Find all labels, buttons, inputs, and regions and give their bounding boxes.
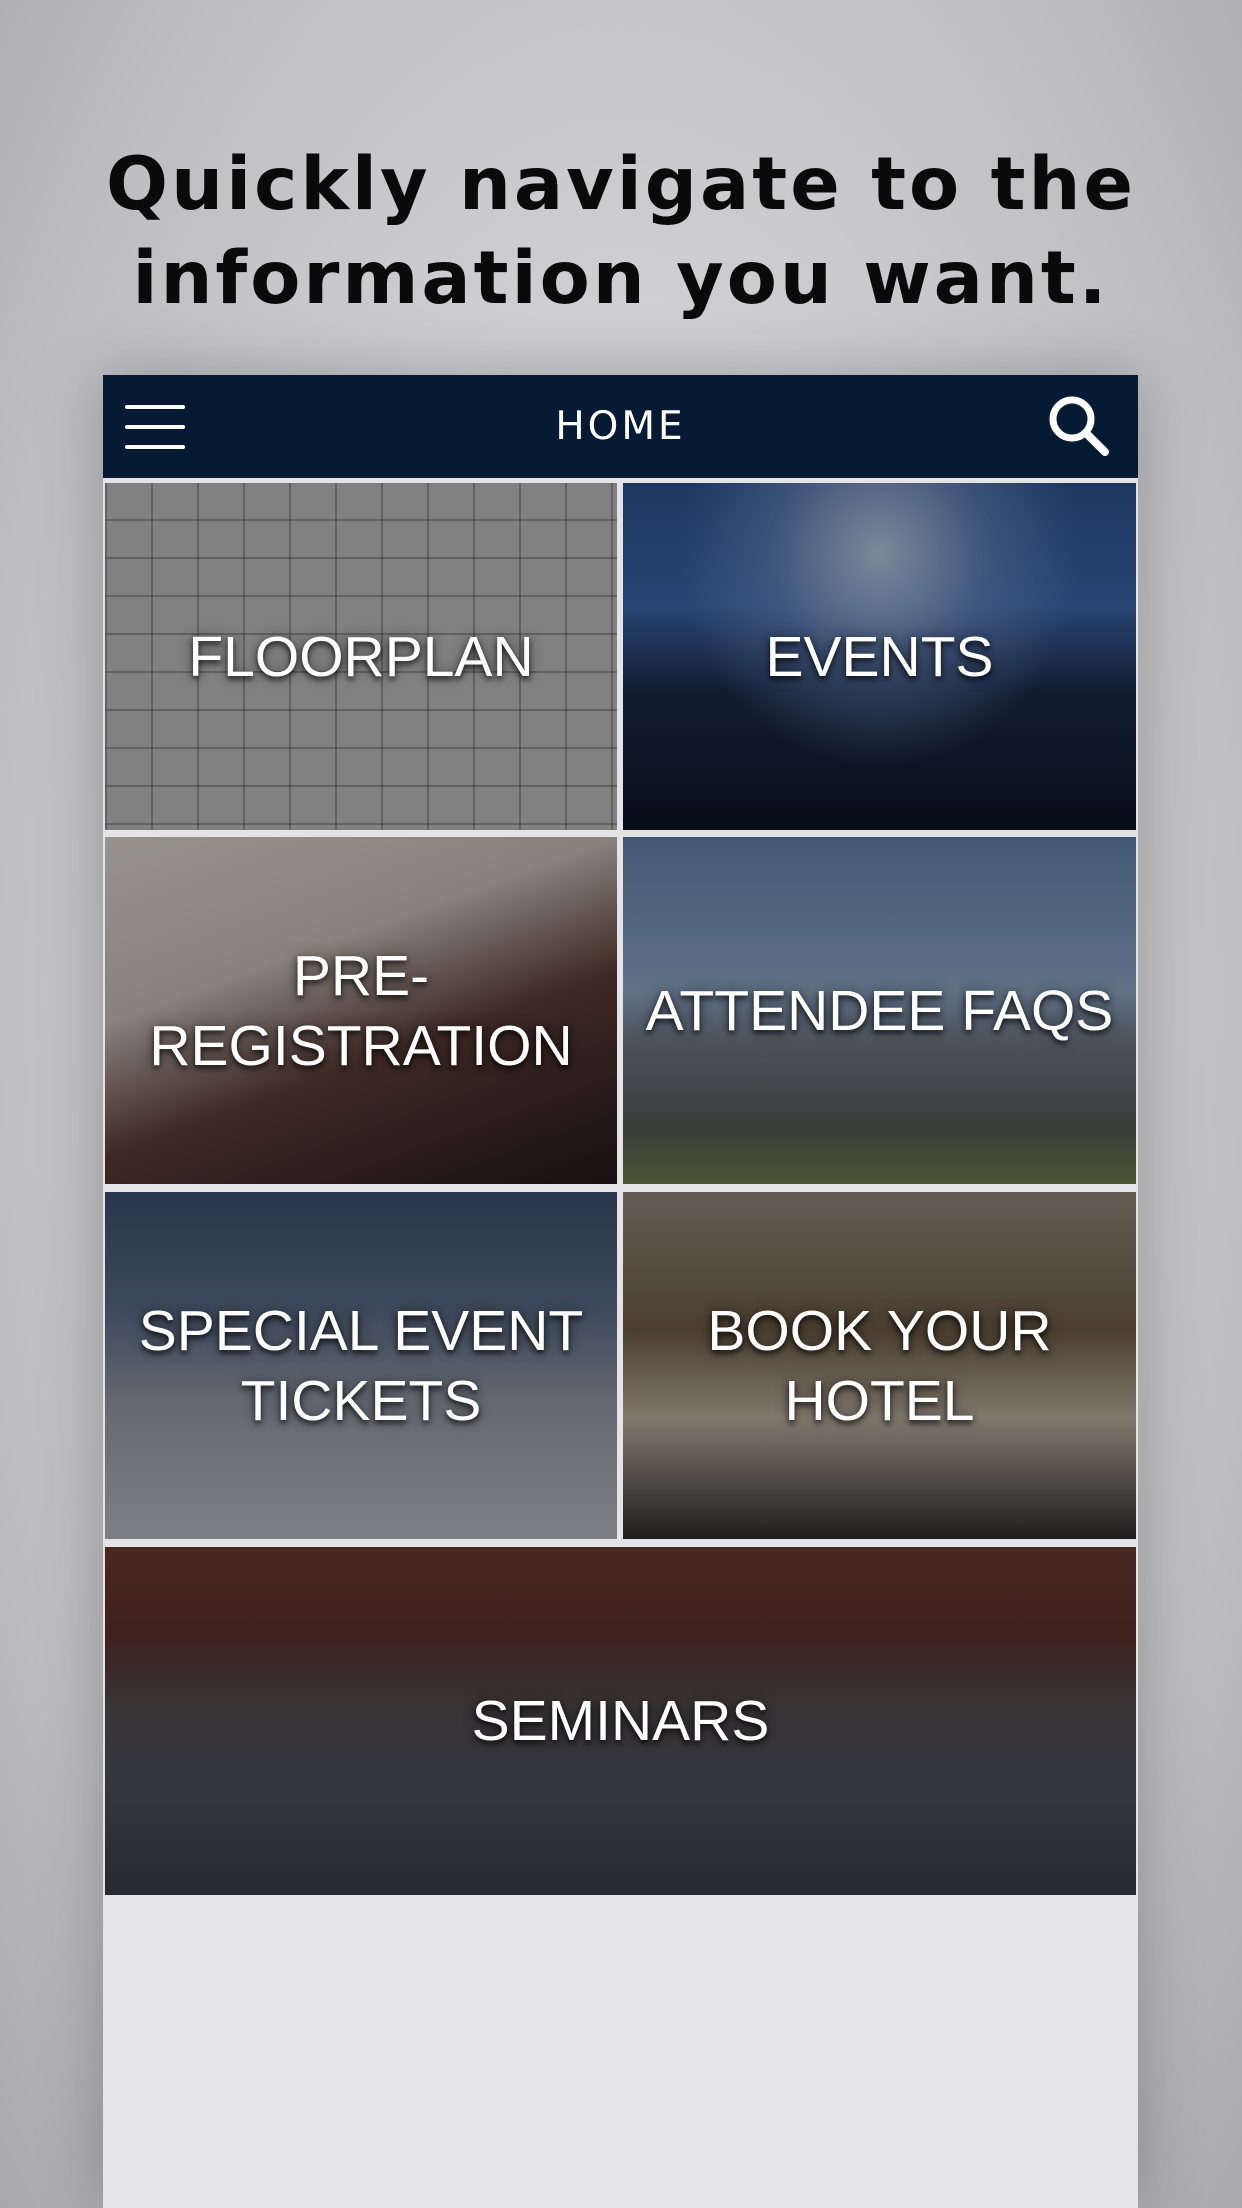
pre-registration-label-line-1: PRE- (292, 943, 430, 1008)
special-event-tickets-tile[interactable]: SPECIAL EVENT TICKETS (105, 1192, 617, 1539)
app-screen: HOME FLOORPLAN EVENTS PRE- REGISTRATION … (103, 375, 1138, 2208)
pre-registration-tile[interactable]: PRE- REGISTRATION (105, 837, 617, 1184)
floorplan-tile[interactable]: FLOORPLAN (105, 483, 617, 830)
floorplan-label: FLOORPLAN (188, 624, 534, 689)
events-label: EVENTS (765, 624, 994, 689)
events-tile[interactable]: EVENTS (623, 483, 1136, 830)
special-event-tickets-label-line-1: SPECIAL EVENT (138, 1298, 584, 1363)
seminars-tile[interactable]: SEMINARS (105, 1547, 1136, 1895)
book-your-hotel-label: BOOK YOUR HOTEL (633, 1296, 1126, 1436)
book-your-hotel-label-line-2: HOTEL (784, 1368, 975, 1433)
headline-line-2: information you want. (132, 236, 1110, 321)
headline-line-1: Quickly navigate to the (106, 142, 1136, 227)
page-title: HOME (555, 404, 686, 449)
pre-registration-label-line-2: REGISTRATION (149, 1013, 573, 1078)
attendee-faqs-label: ATTENDEE FAQS (645, 978, 1114, 1043)
seminars-label: SEMINARS (471, 1689, 770, 1753)
special-event-tickets-label: SPECIAL EVENT TICKETS (115, 1296, 607, 1436)
book-your-hotel-label-line-1: BOOK YOUR (707, 1298, 1052, 1363)
search-icon[interactable] (1043, 391, 1113, 461)
book-your-hotel-tile[interactable]: BOOK YOUR HOTEL (623, 1192, 1136, 1539)
marketing-headline: Quickly navigate to the information you … (0, 138, 1242, 326)
pre-registration-label: PRE- REGISTRATION (115, 941, 607, 1081)
special-event-tickets-label-line-2: TICKETS (240, 1368, 482, 1433)
top-navigation-bar: HOME (103, 375, 1138, 478)
attendee-faqs-tile[interactable]: ATTENDEE FAQS (623, 837, 1136, 1184)
